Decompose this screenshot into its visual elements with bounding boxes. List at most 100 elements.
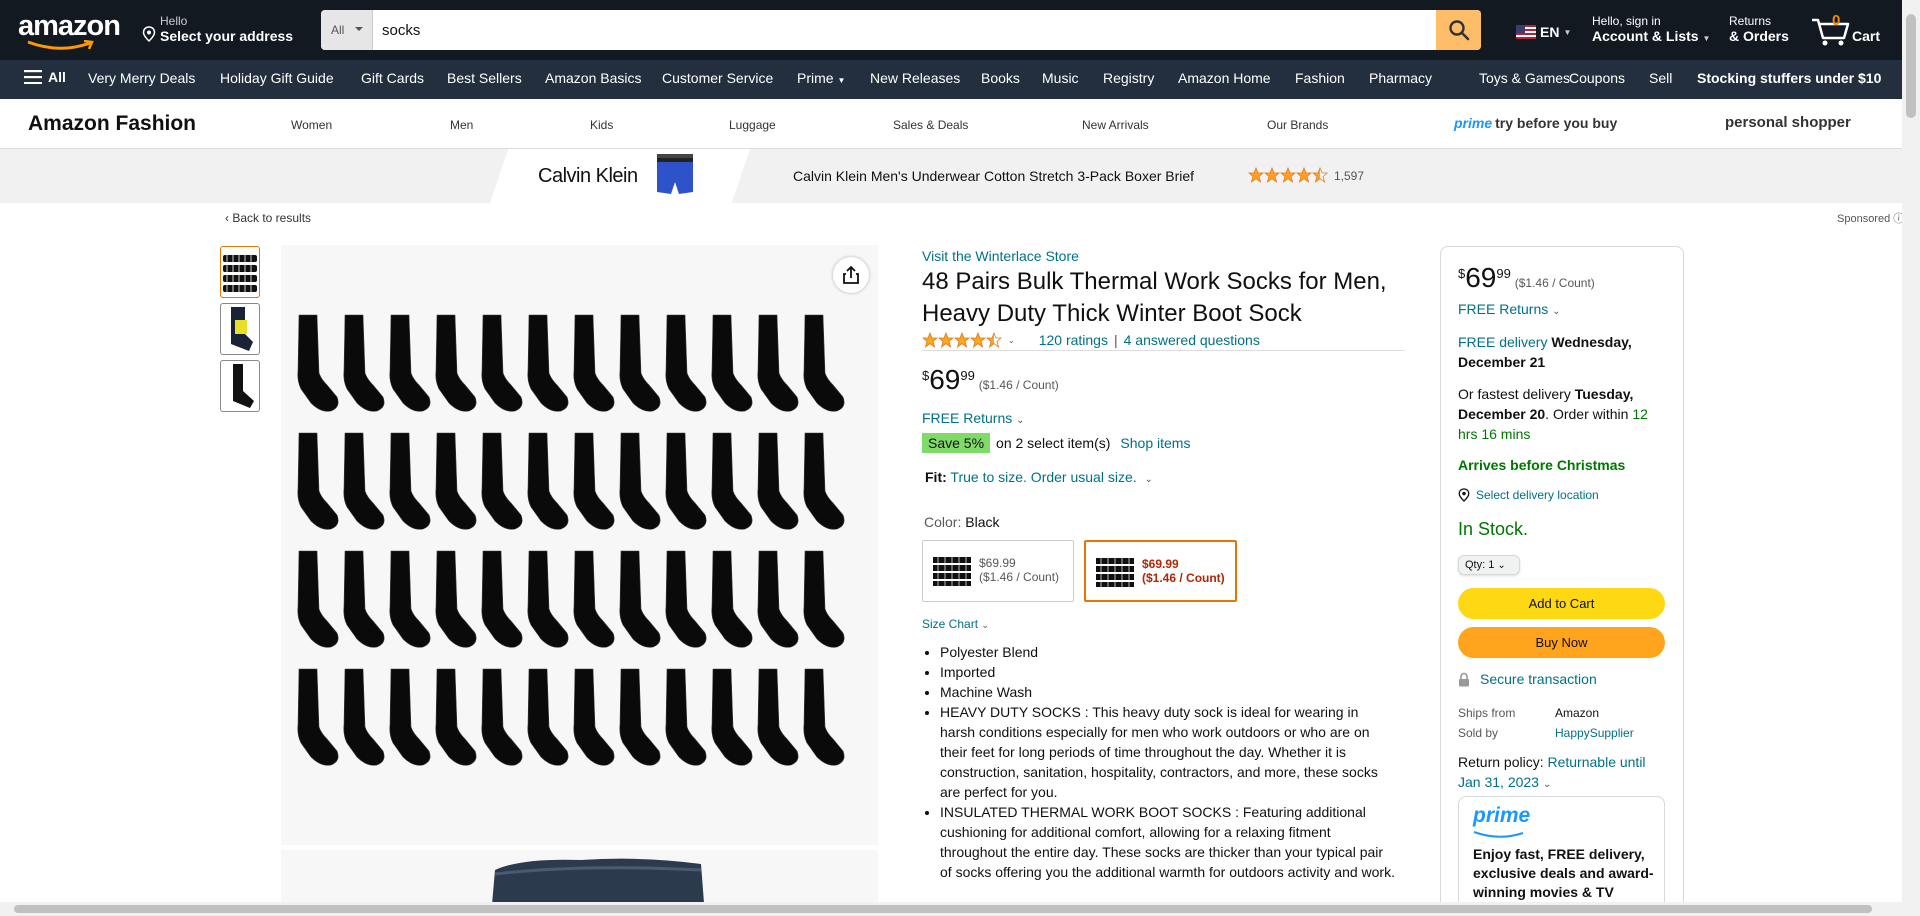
ships-sold-info: Ships from Amazon Sold by HappySupplier <box>1458 703 1634 743</box>
sock-pair <box>803 550 845 648</box>
seller-link[interactable]: HappySupplier <box>1555 726 1634 740</box>
deliver-to[interactable]: Hello Select your address <box>142 14 293 44</box>
sock-pair <box>619 550 661 648</box>
swatch-price: $69.99 <box>979 556 1016 570</box>
sock-pair <box>711 550 753 648</box>
product-title: 48 Pairs Bulk Thermal Work Socks for Men… <box>922 268 1387 327</box>
main-product-image[interactable] <box>281 245 878 845</box>
sock-pair <box>711 432 753 530</box>
thumbnail-2[interactable] <box>220 303 260 355</box>
store-link[interactable]: Visit the Winterlace Store <box>922 248 1079 264</box>
nav-item-very-merry-deals[interactable]: Very Merry Deals <box>88 70 195 86</box>
color-swatch-2-selected[interactable]: $69.99 ($1.46 / Count) <box>1084 540 1237 602</box>
logo-text: amazon <box>18 10 121 42</box>
sponsored-label[interactable]: Sponsored ⓘ <box>1837 210 1904 226</box>
personal-shopper-link[interactable]: personal shopper <box>1725 114 1851 131</box>
nav-item-registry[interactable]: Registry <box>1103 70 1154 86</box>
fashion-link-kids[interactable]: Kids <box>590 118 613 132</box>
buybox-free-returns[interactable]: FREE Returns ⌄ <box>1458 301 1561 317</box>
sock-pair <box>665 550 707 648</box>
secure-transaction-link[interactable]: Secure transaction <box>1458 671 1597 687</box>
fashion-title[interactable]: Amazon Fashion <box>28 112 196 136</box>
fit-label: Fit: <box>925 469 947 485</box>
color-swatch-1[interactable]: $69.99 ($1.46 / Count) <box>922 540 1074 602</box>
nav-item-toys-games[interactable]: Toys & Games <box>1479 70 1570 86</box>
cart-button[interactable]: 0 Cart <box>1810 10 1890 50</box>
nav-item-amazon-basics[interactable]: Amazon Basics <box>545 70 641 86</box>
scroll-thumb[interactable] <box>1906 14 1916 118</box>
scroll-thumb[interactable] <box>14 905 1872 913</box>
cart-label: Cart <box>1852 28 1881 44</box>
horizontal-scrollbar[interactable] <box>0 902 1902 916</box>
sock-pair <box>389 432 431 530</box>
select-delivery-location[interactable]: Select delivery location <box>1458 488 1599 502</box>
share-button[interactable] <box>833 257 869 293</box>
sock-pair <box>297 432 339 530</box>
amazon-logo[interactable]: amazon <box>18 10 122 50</box>
fashion-link-women[interactable]: Women <box>291 118 332 132</box>
nav-item-best-sellers[interactable]: Best Sellers <box>447 70 522 86</box>
nav-item-coupons[interactable]: Coupons <box>1569 70 1625 86</box>
cart-icon <box>1812 18 1850 46</box>
quantity-select[interactable]: Qty: 1 ⌄ <box>1458 555 1520 575</box>
all-menu-button[interactable]: All <box>24 69 66 85</box>
nav-item-new-releases[interactable]: New Releases <box>870 70 960 86</box>
language-selector[interactable]: EN ▼ <box>1516 24 1571 40</box>
fashion-link-luggage[interactable]: Luggage <box>729 118 776 132</box>
thumbnail-3[interactable] <box>220 360 260 412</box>
product-star-rating[interactable] <box>922 332 1002 348</box>
nav-promo-stocking-stuffers[interactable]: Stocking stuffers under $10 <box>1697 70 1881 86</box>
answered-questions-link[interactable]: 4 answered questions <box>1124 332 1260 348</box>
search-bar: All <box>321 10 1481 50</box>
chevron-down-icon: ⌄ <box>981 620 989 630</box>
sock-pair <box>435 314 477 412</box>
nav-item-pharmacy[interactable]: Pharmacy <box>1369 70 1432 86</box>
search-button[interactable] <box>1436 10 1481 50</box>
nav-item-books[interactable]: Books <box>981 70 1020 86</box>
nav-item-prime[interactable]: Prime ▼ <box>797 70 845 86</box>
prime-try-before-you-buy[interactable]: prime try before you buy <box>1454 115 1617 131</box>
free-delivery-link[interactable]: FREE delivery <box>1458 334 1547 350</box>
nav-item-customer-service[interactable]: Customer Service <box>662 70 773 86</box>
size-chart-link[interactable]: Size Chart ⌄ <box>922 617 989 631</box>
nav-item-sell[interactable]: Sell <box>1649 70 1672 86</box>
add-to-cart-button[interactable]: Add to Cart <box>1458 588 1665 619</box>
ratings-count-link[interactable]: 120 ratings <box>1039 332 1108 348</box>
chevron-down-icon[interactable]: ⌄ <box>1008 336 1015 345</box>
save-badge: Save 5% <box>922 433 991 453</box>
search-category-dropdown[interactable]: All <box>321 10 373 50</box>
search-input[interactable] <box>373 10 1423 50</box>
sponsored-banner[interactable]: Calvin Klein Calvin Klein Men's Underwea… <box>0 149 1902 203</box>
sock-pair <box>481 314 523 412</box>
fit-row[interactable]: Fit: True to size. Order usual size. ⌄ <box>925 469 1153 485</box>
sock-pair <box>481 550 523 648</box>
shop-items-link[interactable]: Shop items <box>1120 435 1190 451</box>
rating-separator: | <box>1113 332 1118 348</box>
prime-promo-text: Enjoy fast, FREE delivery, exclusive dea… <box>1473 846 1654 900</box>
back-to-results-link[interactable]: ‹ Back to results <box>225 211 311 225</box>
sock-pair <box>665 668 707 766</box>
us-flag-icon <box>1516 25 1536 39</box>
nav-item-gift-cards[interactable]: Gift Cards <box>361 70 424 86</box>
fashion-link-new-arrivals[interactable]: New Arrivals <box>1082 118 1149 132</box>
free-returns-link[interactable]: FREE Returns ⌄ <box>922 410 1025 426</box>
returns-orders[interactable]: Returns & Orders <box>1729 14 1789 44</box>
nav-item-holiday-gift-guide[interactable]: Holiday Gift Guide <box>220 70 334 86</box>
nav-item-amazon-home[interactable]: Amazon Home <box>1178 70 1271 86</box>
account-lists[interactable]: Hello, sign in Account & Lists ▼ <box>1592 14 1710 44</box>
caret-down-icon: ▼ <box>1702 34 1711 43</box>
price-fraction: 99 <box>960 368 975 383</box>
thumbnail-1[interactable] <box>220 246 260 298</box>
prime-promo-box[interactable]: prime Enjoy fast, FREE delivery, exclusi… <box>1458 796 1665 916</box>
nav-item-fashion[interactable]: Fashion <box>1295 70 1345 86</box>
sock-pair <box>435 668 477 766</box>
fashion-link-sales-deals[interactable]: Sales & Deals <box>893 118 968 132</box>
fashion-link-our-brands[interactable]: Our Brands <box>1267 118 1328 132</box>
vertical-scrollbar[interactable] <box>1902 0 1920 916</box>
nav-item-music[interactable]: Music <box>1042 70 1079 86</box>
buy-now-button[interactable]: Buy Now <box>1458 627 1665 658</box>
fashion-link-men[interactable]: Men <box>450 118 473 132</box>
product-price: $6999 ($1.46 / Count) <box>922 364 1059 396</box>
price-symbol: $ <box>922 368 930 383</box>
sock-pair <box>711 668 753 766</box>
